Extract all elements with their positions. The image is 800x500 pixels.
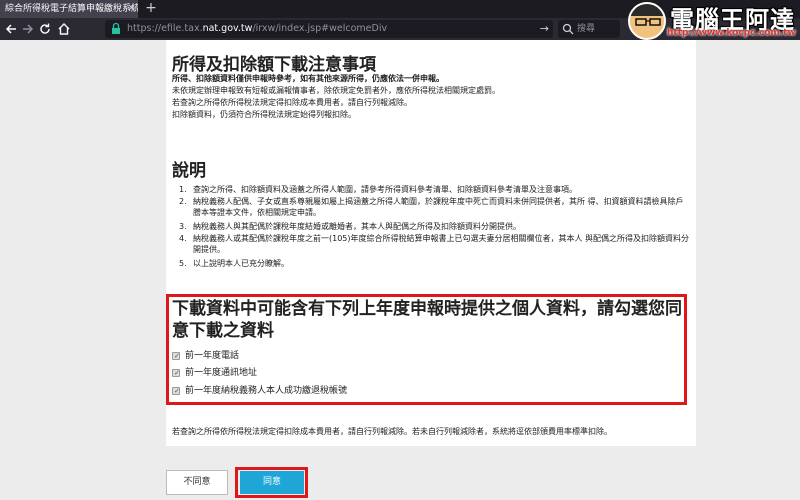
- back-button[interactable]: [3, 20, 19, 38]
- address-bar[interactable]: https://efile.tax.nat.gov.tw/irxw/index.…: [105, 20, 553, 38]
- explain-item-number: 3.: [179, 222, 187, 231]
- search-bar[interactable]: 搜尋: [558, 20, 620, 38]
- close-tab-icon[interactable]: ✕: [125, 0, 138, 18]
- notice-line: 未依規定辦理申報致有短報或漏報情事者，除依規定免罰者外，應依所得稅法相關規定處罰…: [172, 86, 500, 95]
- explain-item-text: 查詢之所得、扣除額資料及涵蓋之所得人範圍，請參考所得資料參考清單、扣除額資料參考…: [193, 185, 577, 194]
- explain-item-text: 納稅義務人配偶、子女或直系尊親屬如屬上揭涵蓋之所得人範圍，於課稅年度中死亡而資料…: [193, 197, 684, 217]
- checkbox[interactable]: ✓: [172, 352, 180, 360]
- url-text: https://efile.tax.nat.gov.tw/irxw/index.…: [127, 20, 387, 38]
- lock-icon: [112, 22, 120, 34]
- watermark-url: http://www.kocpc.com.tw: [667, 28, 796, 38]
- explain-item-number: 2.: [179, 197, 187, 206]
- home-icon: [58, 23, 70, 35]
- search-placeholder: 搜尋: [577, 24, 596, 34]
- explain-item-text: 以上說明本人已充分瞭解。: [193, 259, 289, 268]
- url-go-icon[interactable]: →: [540, 20, 549, 38]
- notice-line: 所得、扣除額資料僅供申報時參考，如有其他來源所得，仍應依法一併申報。: [172, 74, 444, 83]
- bottom-note: 若查詢之所得依所得稅法規定得扣除成本費用者，請自行列報減除。若未自行列報減除者，…: [172, 427, 612, 436]
- watermark-avatar: [628, 2, 666, 40]
- explain-item-text: 納稅義務人或其配偶於課稅年度之前一(105)年度綜合所得稅結算申報書上已勾選夫妻…: [193, 234, 690, 254]
- explain-item-number: 1.: [179, 185, 187, 194]
- forward-button[interactable]: [20, 20, 36, 38]
- url-scheme: https://: [127, 23, 162, 34]
- url-path: /irxw/index.jsp#welcomeDiv: [252, 23, 388, 34]
- forward-arrow-icon: [23, 24, 34, 34]
- new-tab-button[interactable]: +: [143, 0, 159, 18]
- home-button[interactable]: [56, 20, 72, 38]
- tab-title: 綜合所得稅電子結算申報繳稅系統: [5, 4, 138, 14]
- checkbox-label: 前一年度電話: [185, 351, 240, 361]
- search-icon: [562, 23, 574, 35]
- browser-tab[interactable]: 綜合所得稅電子結算申報繳稅系統: [0, 0, 138, 18]
- url-subdomain: efile.tax.: [161, 23, 203, 34]
- consent-title: 下載資料中可能含有下列上年度申報時提供之個人資料，請勾選您同意下載之資料: [172, 299, 682, 341]
- explain-item-number: 5.: [179, 259, 187, 268]
- back-arrow-icon: [5, 24, 16, 34]
- explain-item-text: 納稅義務人與其配偶於課稅年度結婚或離婚者，其本人與配偶之所得及扣除額資料分開提供…: [193, 222, 521, 231]
- explain-title: 說明: [172, 161, 206, 181]
- page-viewport: 所得及扣除額下載注意事項 所得、扣除額資料僅供申報時參考，如有其他來源所得，仍應…: [0, 40, 800, 500]
- checkbox[interactable]: ✓: [172, 369, 180, 377]
- notice-line: 扣除額資料，仍須符合所得稅法規定始得列報扣除。: [172, 110, 356, 119]
- checkbox-label: 前一年度通訊地址: [185, 368, 258, 378]
- notice-title: 所得及扣除額下載注意事項: [172, 55, 376, 75]
- explain-item-number: 4.: [179, 234, 187, 243]
- notice-line: 若查詢之所得依所得稅法規定得扣除成本費用者，請自行列報減除。: [172, 98, 412, 107]
- checkbox[interactable]: ✓: [172, 387, 180, 395]
- reload-icon: [40, 23, 50, 34]
- url-host: nat.gov.tw: [202, 23, 253, 34]
- agree-button[interactable]: 同意: [240, 471, 304, 494]
- reload-button[interactable]: [37, 20, 53, 38]
- disagree-button[interactable]: 不同意: [166, 470, 228, 495]
- checkbox-label: 前一年度納稅義務人本人成功繳退稅帳號: [185, 386, 348, 396]
